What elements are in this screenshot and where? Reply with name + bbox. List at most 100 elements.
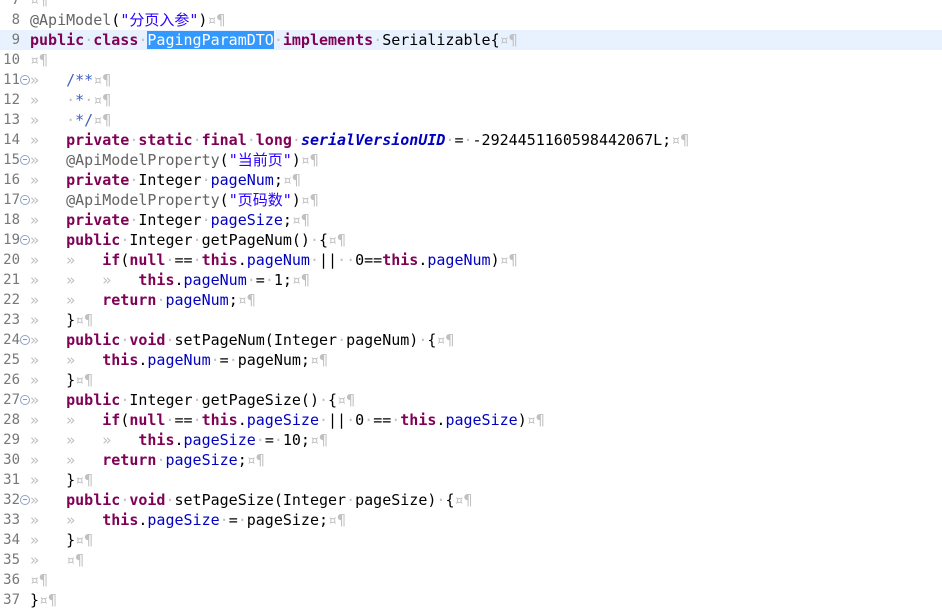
code-line[interactable]: 20» » if(null·==·this.pageNum·||··0==thi… — [0, 250, 942, 270]
code-text[interactable]: » public·Integer·getPageNum()·{¤¶ — [30, 230, 346, 250]
code-token: public — [66, 331, 121, 349]
code-line[interactable]: 30 » » return·pageSize;¤¶ — [0, 450, 942, 470]
code-token: Serializable{ — [382, 31, 500, 49]
code-line[interactable]: 12» ·*·¤¶ — [0, 90, 942, 110]
code-token: 0 — [355, 411, 365, 429]
line-gutter: 27− — [0, 390, 30, 410]
code-token: this — [138, 431, 175, 449]
code-token: } — [66, 531, 76, 549]
code-token: · — [192, 251, 202, 269]
fold-toggle-icon[interactable]: − — [20, 235, 30, 245]
code-text[interactable]: ¤¶ — [30, 570, 48, 590]
code-text[interactable]: » » this.pageNum·=·pageNum;¤¶ — [30, 350, 328, 370]
line-number: 29 — [3, 432, 20, 448]
code-token: ¤¶ — [291, 211, 310, 229]
code-line[interactable]: 31 » }¤¶ — [0, 470, 942, 490]
code-line[interactable]: 11−» /**¤¶ — [0, 70, 942, 90]
code-token: ) — [291, 151, 301, 169]
code-text[interactable]: » » if(null·==·this.pageNum·||··0==this.… — [30, 250, 518, 270]
fold-toggle-icon[interactable]: − — [20, 495, 30, 505]
code-text[interactable]: » private·Integer·pageNum;¤¶ — [30, 170, 301, 190]
code-text[interactable]: » » » this.pageSize·=·10;¤¶ — [30, 430, 328, 450]
code-line[interactable]: 24−» public·void·setPageNum(Integer·page… — [0, 330, 942, 350]
code-token: » — [30, 251, 67, 269]
code-token: · — [237, 511, 247, 529]
code-token: "页码数" — [228, 191, 292, 209]
code-line[interactable]: 37 }¤¶ — [0, 590, 942, 610]
code-line[interactable]: 23 » }¤¶ — [0, 310, 942, 330]
code-token: ) — [291, 191, 301, 209]
code-line[interactable]: 27−» public·Integer·getPageSize()·{¤¶ — [0, 390, 942, 410]
code-text[interactable]: » @ApiModelProperty("页码数")¤¶ — [30, 190, 319, 210]
code-text[interactable]: » » » this.pageNum·=·1;¤¶ — [30, 270, 310, 290]
code-text[interactable]: » }¤¶ — [30, 370, 93, 390]
code-line[interactable]: 14» private·static·final·long·serialVers… — [0, 130, 942, 150]
line-number: 26 — [3, 372, 20, 388]
code-text[interactable]: » » this.pageSize·=·pageSize;¤¶ — [30, 510, 346, 530]
code-text[interactable]: » public·Integer·getPageSize()·{¤¶ — [30, 390, 355, 410]
code-token: Integer — [129, 231, 193, 249]
fold-toggle-icon[interactable]: − — [20, 335, 30, 345]
code-line[interactable]: 26 » }¤¶ — [0, 370, 942, 390]
code-token: » — [30, 331, 67, 349]
code-text[interactable]: » /**¤¶ — [30, 70, 111, 90]
code-token: ¤¶ — [454, 491, 473, 509]
code-line[interactable]: 32−» public·void·setPageSize(Integer·pag… — [0, 490, 942, 510]
code-token: ¤¶ — [75, 531, 94, 549]
code-text[interactable]: ¤¶ — [30, 50, 48, 70]
code-text[interactable]: » private·static·final·long·serialVersio… — [30, 130, 689, 150]
code-line[interactable]: 34 » }¤¶ — [0, 530, 942, 550]
fold-toggle-icon[interactable]: − — [20, 195, 30, 205]
code-text[interactable]: public·class·PagingParamDTO·implements·S… — [30, 30, 518, 50]
code-text[interactable]: » }¤¶ — [30, 530, 93, 550]
code-token: . — [237, 251, 247, 269]
code-text[interactable]: @ApiModel("分页入参")¤¶ — [30, 10, 225, 30]
code-line[interactable]: 19−» public·Integer·getPageNum()·{¤¶ — [0, 230, 942, 250]
code-line[interactable]: 10 ¤¶ — [0, 50, 942, 70]
code-line[interactable]: 25 » » this.pageNum·=·pageNum;¤¶ — [0, 350, 942, 370]
line-gutter: 10 — [0, 50, 30, 70]
code-line[interactable]: 17−» @ApiModelProperty("页码数")¤¶ — [0, 190, 942, 210]
code-token: setPageNum(Integer — [174, 331, 338, 349]
code-line[interactable]: 36 ¤¶ — [0, 570, 942, 590]
code-line[interactable]: 22 » » return·pageNum;¤¶ — [0, 290, 942, 310]
code-text[interactable]: » }¤¶ — [30, 470, 93, 490]
code-text[interactable]: » » return·pageSize;¤¶ — [30, 450, 265, 470]
code-text[interactable]: » » return·pageNum;¤¶ — [30, 290, 256, 310]
code-line[interactable]: 35 » ¤¶ — [0, 550, 942, 570]
code-text[interactable]: }¤¶ — [30, 590, 57, 610]
code-line[interactable]: 9 public·class·PagingParamDTO·implements·… — [0, 30, 942, 50]
code-line[interactable]: 29 » » » this.pageSize·=·10;¤¶ — [0, 430, 942, 450]
code-editor[interactable]: 7 ¤¶ 8 @ApiModel("分页入参")¤¶ 9 public·class·Pag… — [0, 0, 942, 614]
code-line[interactable]: 33 » » this.pageSize·=·pageSize;¤¶ — [0, 510, 942, 530]
code-line[interactable]: 15−» @ApiModelProperty("当前页")¤¶ — [0, 150, 942, 170]
code-token: » — [30, 411, 67, 429]
code-line[interactable]: 7 ¤¶ — [0, 0, 942, 10]
fold-toggle-icon[interactable]: − — [20, 395, 30, 405]
code-line[interactable]: 16» private·Integer·pageNum;¤¶ — [0, 170, 942, 190]
code-text[interactable]: » ·*·¤¶ — [30, 90, 111, 110]
code-line[interactable]: 21» » » this.pageNum·=·1;¤¶ — [0, 270, 942, 290]
code-line[interactable]: 13 » ·*/¤¶ — [0, 110, 942, 130]
code-token: pageSize — [210, 211, 283, 229]
fold-toggle-icon[interactable]: − — [20, 75, 30, 85]
code-text[interactable]: » » if(null·==·this.pageSize·||·0·==·thi… — [30, 410, 545, 430]
code-line[interactable]: 18» private·Integer·pageSize;¤¶ — [0, 210, 942, 230]
code-text[interactable]: ¤¶ — [30, 0, 48, 10]
code-text[interactable]: » private·Integer·pageSize;¤¶ — [30, 210, 310, 230]
code-line[interactable]: 8 @ApiModel("分页入参")¤¶ — [0, 10, 942, 30]
code-text[interactable]: » public·void·setPageNum(Integer·pageNum… — [30, 330, 454, 350]
fold-toggle-icon[interactable]: − — [20, 155, 30, 165]
code-token: · — [319, 391, 329, 409]
code-text[interactable]: » public·void·setPageSize(Integer·pageSi… — [30, 490, 473, 510]
code-text[interactable]: » ¤¶ — [30, 550, 84, 570]
code-token: ¤¶ — [309, 431, 329, 449]
line-number: 25 — [3, 352, 20, 368]
code-line[interactable]: 28» » if(null·==·this.pageSize·||·0·==·t… — [0, 410, 942, 430]
line-number: 37 — [3, 592, 20, 608]
code-text[interactable]: » @ApiModelProperty("当前页")¤¶ — [30, 150, 319, 170]
line-gutter: 33 — [0, 510, 30, 530]
code-token: if — [102, 411, 121, 429]
code-text[interactable]: » ·*/¤¶ — [30, 110, 111, 130]
code-text[interactable]: » }¤¶ — [30, 310, 93, 330]
